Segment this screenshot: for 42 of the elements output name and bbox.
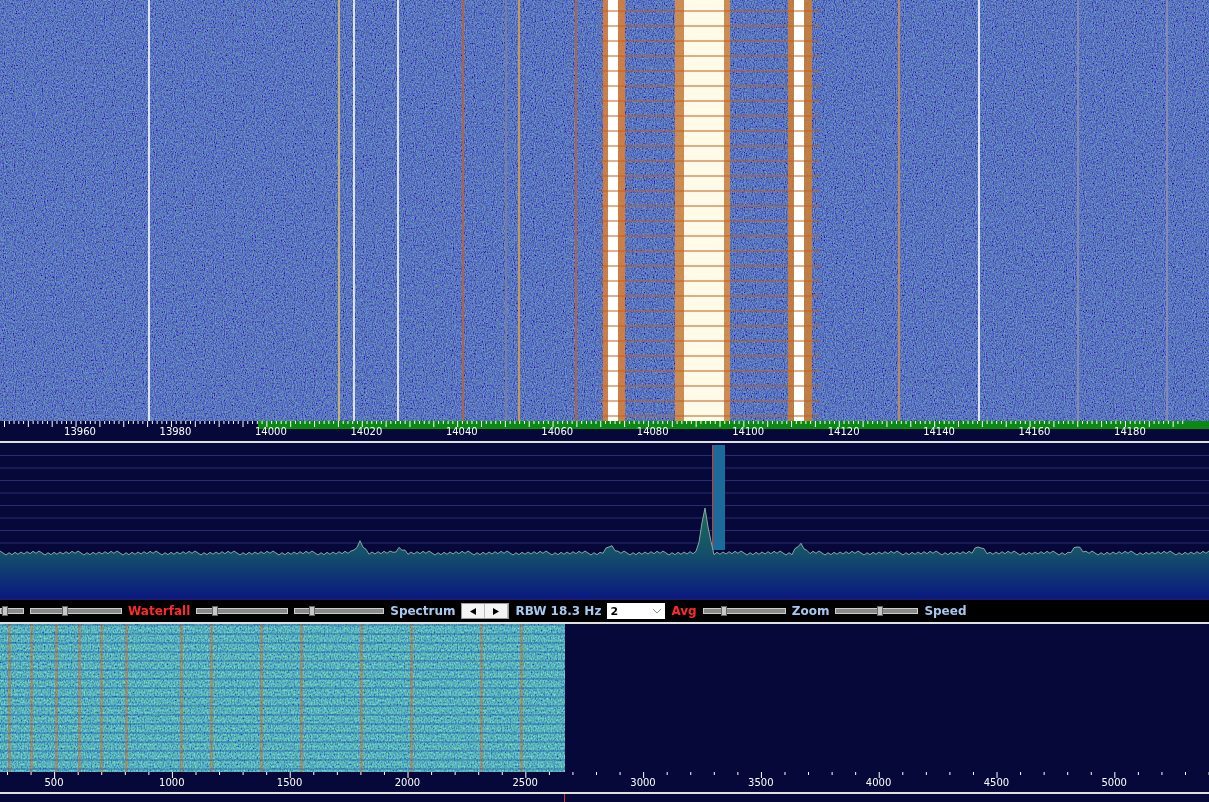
frequency-label: 14020 (350, 426, 383, 438)
frequency-label: 14040 (445, 426, 478, 438)
frequency-label: 13980 (159, 426, 192, 438)
tuning-marker (564, 794, 566, 802)
frequency-label: 14160 (1018, 426, 1051, 438)
audio-frequency-label: 500 (44, 777, 64, 789)
left-triangle-icon (470, 607, 477, 615)
control-label: Spectrum (390, 604, 456, 618)
average-select[interactable]: 2 (607, 603, 666, 619)
frequency-label: 14080 (636, 426, 669, 438)
slider-thumb[interactable] (2, 606, 9, 616)
passband-marker[interactable] (712, 445, 725, 550)
frequency-label: 14180 (1114, 426, 1146, 438)
control-label: Speed (924, 604, 967, 618)
frequency-label: 14060 (541, 426, 574, 438)
audio-frequency-label: 2000 (394, 777, 421, 789)
audio-frequency-label: 4500 (983, 777, 1010, 789)
audio-frequency-label: 3500 (748, 777, 774, 789)
frequency-label: 14000 (255, 426, 287, 438)
control-label: RBW 18.3 Hz (515, 604, 602, 618)
control-label: Avg (671, 604, 697, 618)
step-right-button[interactable] (485, 604, 509, 618)
chevron-down-icon (652, 608, 663, 614)
audio-frequency-label: 5000 (1101, 777, 1127, 789)
control-label: Zoom (791, 604, 830, 618)
audio-frequency-label: 2500 (512, 777, 538, 789)
slider-thumb[interactable] (308, 606, 315, 616)
frequency-label: 13960 (64, 426, 96, 438)
control-label: Waterfall (128, 604, 191, 618)
audio-frequency-label: 4000 (865, 777, 892, 789)
frequency-label: 14100 (732, 426, 765, 438)
slider-thumb[interactable] (877, 606, 884, 616)
slider-thumb[interactable] (212, 606, 219, 616)
audio-frequency-label: 1000 (159, 777, 185, 789)
slider-thumb[interactable] (720, 606, 727, 616)
audio-frequency-label: 3000 (630, 777, 656, 789)
right-triangle-icon (493, 607, 500, 615)
frequency-label: 14140 (923, 426, 955, 438)
frequency-label: 14120 (827, 426, 860, 438)
slider-thumb[interactable] (62, 606, 69, 616)
audio-frequency-label: 1500 (276, 777, 303, 789)
step-left-button[interactable] (462, 604, 486, 618)
